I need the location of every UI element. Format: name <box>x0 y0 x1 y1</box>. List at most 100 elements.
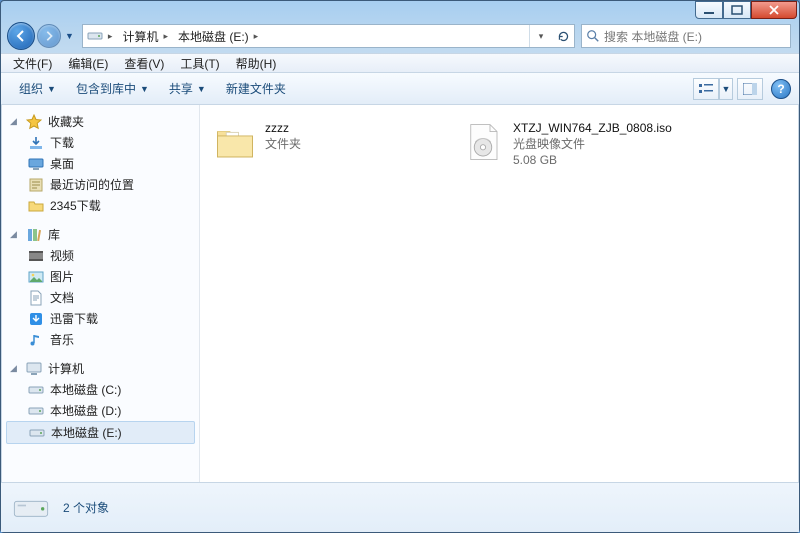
sidebar[interactable]: ◢ 收藏夹 下载 桌面 最近访问的位置 <box>2 105 200 482</box>
chevron-right-icon: ▸ <box>254 31 259 42</box>
file-type: 文件夹 <box>265 136 301 152</box>
iso-icon <box>461 120 505 164</box>
include-in-library-button[interactable]: 包含到库中 ▼ <box>66 75 159 102</box>
sidebar-item-label: 本地磁盘 (C:) <box>50 381 121 398</box>
view-dropdown-button[interactable]: ▼ <box>719 78 733 100</box>
breadcrumb-root[interactable]: ▸ <box>83 25 117 47</box>
list-item[interactable]: zzzz 文件夹 <box>206 115 454 174</box>
music-icon <box>28 332 44 348</box>
share-button[interactable]: 共享 ▼ <box>159 75 216 102</box>
sidebar-item-label: 迅雷下载 <box>50 310 98 327</box>
sidebar-item-pictures[interactable]: 图片 <box>2 266 199 287</box>
folder-icon <box>28 198 44 214</box>
sidebar-item-drive-e[interactable]: 本地磁盘 (E:) <box>6 421 195 444</box>
sidebar-group-computer: ◢ 计算机 本地磁盘 (C:) 本地磁盘 (D:) 本地磁盘 (E:) <box>2 358 199 444</box>
pane-icon <box>743 83 757 95</box>
maximize-icon <box>731 5 743 15</box>
toolbar: 组织 ▼ 包含到库中 ▼ 共享 ▼ 新建文件夹 ▼ <box>1 73 799 105</box>
sidebar-item-downloads[interactable]: 下载 <box>2 132 199 153</box>
sidebar-item-label: 本地磁盘 (D:) <box>50 402 121 419</box>
file-name: zzzz <box>265 120 301 136</box>
preview-pane-button[interactable] <box>737 78 763 100</box>
view-mode-button[interactable] <box>693 78 719 100</box>
menu-file[interactable]: 文件(F) <box>5 53 60 74</box>
chevron-down-icon: ▼ <box>722 84 731 94</box>
list-item[interactable]: XTZJ_WIN764_ZJB_0808.iso 光盘映像文件 5.08 GB <box>454 115 702 174</box>
sidebar-item-documents[interactable]: 文档 <box>2 287 199 308</box>
chevron-down-icon: ▼ <box>47 84 56 94</box>
file-list-items: zzzz 文件夹 XTZ <box>206 115 792 174</box>
drive-icon <box>28 382 44 398</box>
minimize-button[interactable] <box>695 1 723 19</box>
sidebar-header-favorites[interactable]: ◢ 收藏夹 <box>2 111 199 132</box>
sidebar-item-desktop[interactable]: 桌面 <box>2 153 199 174</box>
nav-buttons: ▼ <box>7 22 76 50</box>
breadcrumb-drive-e[interactable]: 本地磁盘 (E:) ▸ <box>172 25 262 47</box>
menu-edit[interactable]: 编辑(E) <box>60 53 116 74</box>
menu-view[interactable]: 查看(V) <box>116 53 172 74</box>
new-folder-button[interactable]: 新建文件夹 <box>216 75 296 102</box>
close-button[interactable] <box>751 1 797 19</box>
forward-button[interactable] <box>37 24 61 48</box>
help-button[interactable]: ? <box>771 79 791 99</box>
sidebar-item-label: 2345下载 <box>50 197 101 214</box>
sidebar-header-label: 库 <box>48 226 60 243</box>
sidebar-item-drive-d[interactable]: 本地磁盘 (D:) <box>2 400 199 421</box>
details-pane: 2 个对象 <box>1 482 799 532</box>
breadcrumb-computer[interactable]: 计算机 ▸ <box>116 25 172 47</box>
history-dropdown-icon[interactable]: ▼ <box>63 31 76 41</box>
address-bar-actions: ▾ <box>529 25 574 47</box>
picture-icon <box>28 269 44 285</box>
window-controls <box>695 1 797 19</box>
menu-bar: 文件(F) 编辑(E) 查看(V) 工具(T) 帮助(H) <box>1 53 799 73</box>
search-input[interactable]: 搜索 本地磁盘 (E:) <box>581 24 791 48</box>
body: ◢ 收藏夹 下载 桌面 最近访问的位置 <box>1 105 799 482</box>
file-list[interactable]: zzzz 文件夹 XTZ <box>200 105 798 482</box>
address-bar[interactable]: ▸ 计算机 ▸ 本地磁盘 (E:) ▸ ▾ <box>82 24 575 48</box>
nav-row: ▼ ▸ 计算机 ▸ 本地磁盘 (E:) ▸ ▾ <box>1 19 799 53</box>
file-meta: zzzz 文件夹 <box>265 120 301 152</box>
desktop-icon <box>28 156 44 172</box>
file-type: 光盘映像文件 <box>513 136 672 152</box>
sidebar-header-computer[interactable]: ◢ 计算机 <box>2 358 199 379</box>
file-size: 5.08 GB <box>513 152 672 168</box>
menu-tools[interactable]: 工具(T) <box>172 53 227 74</box>
file-name: XTZJ_WIN764_ZJB_0808.iso <box>513 120 672 136</box>
chevron-down-icon: ▼ <box>197 84 206 94</box>
expand-icon: ◢ <box>10 229 20 240</box>
sidebar-item-label: 文档 <box>50 289 74 306</box>
sidebar-item-videos[interactable]: 视频 <box>2 245 199 266</box>
view-options: ▼ <box>693 78 763 100</box>
computer-icon <box>26 361 42 377</box>
recent-icon <box>28 177 44 193</box>
sidebar-group-libraries: ◢ 库 视频 图片 文档 迅雷下载 <box>2 224 199 350</box>
back-button[interactable] <box>7 22 35 50</box>
download-icon <box>28 135 44 151</box>
chevron-down-icon: ▼ <box>140 84 149 94</box>
maximize-button[interactable] <box>723 1 751 19</box>
organize-button[interactable]: 组织 ▼ <box>9 75 66 102</box>
toolbar-label: 共享 <box>169 80 193 97</box>
video-icon <box>28 248 44 264</box>
refresh-button[interactable] <box>552 25 574 47</box>
sidebar-item-music[interactable]: 音乐 <box>2 329 199 350</box>
view-icon <box>699 83 713 95</box>
sidebar-header-label: 计算机 <box>48 360 84 377</box>
sidebar-item-label: 最近访问的位置 <box>50 176 134 193</box>
sidebar-item-drive-c[interactable]: 本地磁盘 (C:) <box>2 379 199 400</box>
sidebar-header-libraries[interactable]: ◢ 库 <box>2 224 199 245</box>
sidebar-item-recent[interactable]: 最近访问的位置 <box>2 174 199 195</box>
toolbar-label: 组织 <box>19 80 43 97</box>
breadcrumb-label: 本地磁盘 (E:) <box>178 28 249 45</box>
sidebar-item-2345[interactable]: 2345下载 <box>2 195 199 216</box>
toolbar-label: 新建文件夹 <box>226 80 286 97</box>
library-icon <box>26 227 42 243</box>
address-dropdown-button[interactable]: ▾ <box>530 25 552 47</box>
drive-icon <box>87 28 103 44</box>
arrow-right-icon <box>43 30 55 42</box>
file-meta: XTZJ_WIN764_ZJB_0808.iso 光盘映像文件 5.08 GB <box>513 120 672 169</box>
drive-large-icon <box>11 488 51 528</box>
drive-icon <box>29 425 45 441</box>
sidebar-item-xunlei[interactable]: 迅雷下载 <box>2 308 199 329</box>
menu-help[interactable]: 帮助(H) <box>228 53 285 74</box>
